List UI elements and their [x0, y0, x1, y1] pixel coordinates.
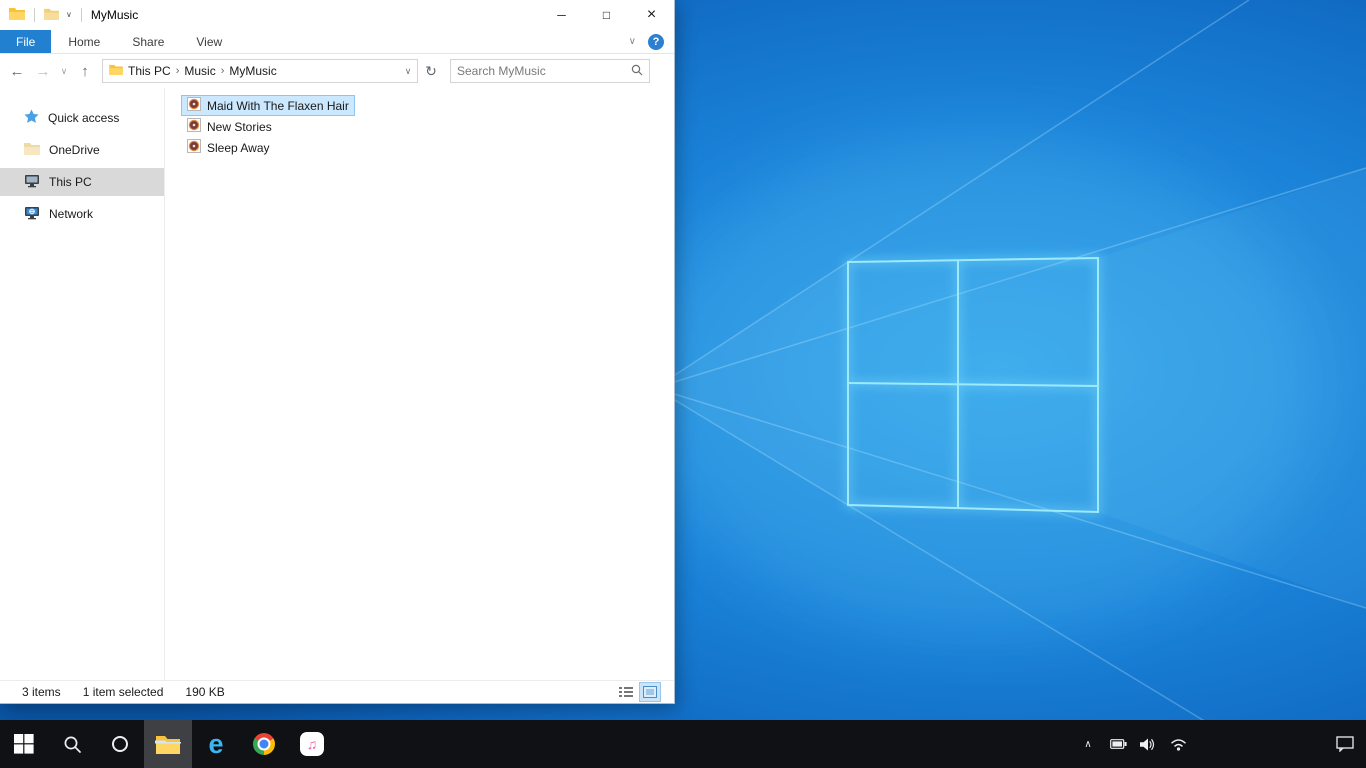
search-icon [631, 64, 643, 79]
breadcrumb-music[interactable]: Music [179, 64, 220, 78]
status-item-count: 3 items [22, 685, 61, 699]
itunes-icon: ♫ [300, 732, 324, 756]
volume-icon[interactable] [1136, 724, 1160, 764]
this-pc-monitor-icon [24, 174, 40, 191]
refresh-button[interactable]: ↻ [418, 59, 444, 83]
start-button[interactable] [0, 720, 48, 768]
file-list: Maid With The Flaxen Hair New Stories Sl… [165, 88, 674, 680]
quick-access-star-icon [24, 109, 39, 127]
tray-expand-chevron-icon[interactable]: ∧ [1076, 724, 1100, 764]
search-icon [64, 736, 81, 753]
tab-home[interactable]: Home [53, 30, 115, 53]
windows-logo-wallpaper [845, 254, 1101, 516]
taskbar-search-button[interactable] [48, 720, 96, 768]
system-tray: ∧ [1076, 720, 1366, 768]
taskbar: e ♫ ∧ [0, 720, 1366, 768]
chrome-icon [253, 733, 275, 755]
taskbar-edge-button[interactable]: e [192, 720, 240, 768]
windows-start-icon [14, 734, 34, 754]
onedrive-folder-icon [24, 142, 40, 158]
title-bar[interactable]: ∨ MyMusic ─ □ × [0, 0, 674, 30]
desktop: ∨ MyMusic ─ □ × File Home Share View ∨ ?… [0, 0, 1366, 768]
quick-access-toolbar: ∨ [0, 7, 84, 23]
network-icon [24, 206, 40, 223]
recent-locations-chevron-icon[interactable]: ∨ [56, 59, 72, 83]
address-dropdown-chevron-icon[interactable]: ∨ [399, 66, 417, 77]
address-folder-icon [109, 64, 123, 78]
status-bar: 3 items 1 item selected 190 KB [0, 680, 674, 703]
music-note-icon: ♫ [306, 736, 318, 752]
wifi-icon[interactable] [1166, 724, 1190, 764]
music-file-icon [187, 118, 201, 135]
file-name: New Stories [207, 119, 272, 134]
back-button[interactable]: ← [4, 59, 30, 83]
search-box [450, 59, 650, 83]
breadcrumb-this-pc[interactable]: This PC [123, 64, 176, 78]
file-explorer-icon [155, 735, 181, 754]
window-controls: ─ □ × [539, 0, 674, 30]
close-button[interactable]: × [629, 0, 674, 30]
file-row-maid-with-the-flaxen-hair[interactable]: Maid With The Flaxen Hair [181, 95, 355, 116]
search-input[interactable] [457, 64, 631, 78]
file-explorer-window: ∨ MyMusic ─ □ × File Home Share View ∨ ?… [0, 0, 674, 703]
taskbar-chrome-button[interactable] [240, 720, 288, 768]
cortana-icon [112, 736, 128, 752]
sidebar-item-onedrive[interactable]: OneDrive [0, 136, 164, 164]
minimize-button[interactable]: ─ [539, 0, 584, 30]
sidebar-item-label: Quick access [48, 111, 120, 125]
navigation-pane: Quick access OneDrive This PC Network [0, 88, 165, 680]
forward-button[interactable]: → [30, 59, 56, 83]
tab-share[interactable]: Share [117, 30, 179, 53]
ribbon-tab-strip: File Home Share View ∨ ? [0, 30, 674, 54]
tab-file[interactable]: File [0, 30, 52, 53]
up-button[interactable]: ↑ [72, 59, 98, 83]
music-file-icon [187, 139, 201, 156]
action-center-icon [1336, 736, 1354, 752]
status-selection: 1 item selected [82, 685, 164, 699]
sidebar-item-label: Network [49, 207, 94, 221]
new-folder-button[interactable] [44, 8, 59, 23]
details-view-button[interactable] [616, 683, 636, 701]
separator [34, 8, 35, 22]
status-size: 190 KB [185, 685, 225, 699]
file-name: Maid With The Flaxen Hair [207, 98, 349, 113]
tab-view[interactable]: View [181, 30, 237, 53]
sidebar-item-label: This PC [49, 175, 92, 189]
help-button[interactable]: ? [648, 33, 664, 50]
sidebar-item-network[interactable]: Network [0, 200, 164, 228]
address-bar[interactable]: This PC › Music › MyMusic ∨ [102, 59, 418, 83]
sidebar-item-label: OneDrive [49, 143, 100, 157]
file-name: Sleep Away [207, 140, 270, 155]
taskbar-file-explorer-button[interactable] [144, 720, 192, 768]
large-icons-view-button[interactable] [639, 682, 661, 702]
file-row-new-stories[interactable]: New Stories [181, 116, 278, 137]
window-title: MyMusic [90, 8, 139, 22]
explorer-app-icon[interactable] [9, 7, 25, 23]
sidebar-item-this-pc[interactable]: This PC [0, 168, 164, 196]
battery-icon[interactable] [1106, 724, 1130, 764]
taskbar-itunes-button[interactable]: ♫ [288, 720, 336, 768]
music-file-icon [187, 97, 201, 114]
cortana-button[interactable] [96, 720, 144, 768]
maximize-button[interactable]: □ [584, 0, 629, 30]
breadcrumb-mymusic[interactable]: MyMusic [224, 64, 281, 78]
sidebar-item-quick-access[interactable]: Quick access [0, 104, 164, 132]
action-center-button[interactable] [1324, 720, 1366, 768]
edge-icon: e [208, 728, 224, 759]
expand-ribbon-chevron-icon[interactable]: ∨ [629, 36, 636, 47]
customize-qat-chevron-icon[interactable]: ∨ [66, 11, 72, 19]
separator [80, 8, 82, 22]
address-bar-row: ← → ∨ ↑ This PC › Music › MyMusic ∨ ↻ [0, 54, 674, 88]
file-row-sleep-away[interactable]: Sleep Away [181, 137, 276, 158]
